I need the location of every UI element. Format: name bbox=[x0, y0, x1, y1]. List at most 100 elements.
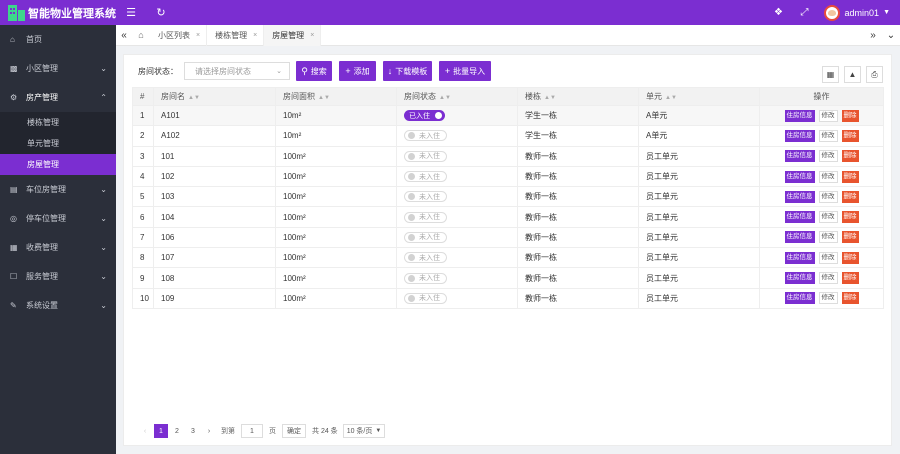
tab-room-management[interactable]: 房屋管理 × bbox=[264, 24, 322, 46]
delete-button[interactable]: 删除 bbox=[841, 109, 859, 122]
double-chevron-right-icon[interactable]: » bbox=[864, 30, 882, 41]
housing-info-button[interactable]: 住房信息 bbox=[784, 109, 815, 122]
col-header-label: 房间面积 bbox=[283, 92, 315, 101]
sort-icon[interactable]: ▲▼ bbox=[544, 95, 556, 101]
cell-room-area: 100m² bbox=[275, 247, 397, 269]
delete-button[interactable]: 删除 bbox=[841, 129, 859, 142]
close-icon[interactable]: × bbox=[196, 32, 200, 39]
delete-button[interactable]: 删除 bbox=[841, 272, 859, 285]
status-toggle[interactable]: 已入住 bbox=[404, 110, 445, 122]
col-header-room-name[interactable]: 房间名 ▲▼ bbox=[153, 87, 276, 106]
pagination: ‹ 1 2 3 › 到第 1 页 确定 共 24 条 10 条/页 ▼ bbox=[138, 424, 386, 438]
delete-button[interactable]: 删除 bbox=[841, 292, 859, 305]
col-header-room-status[interactable]: 房间状态 ▲▼ bbox=[396, 87, 518, 106]
housing-info-button[interactable]: 住房信息 bbox=[784, 211, 815, 224]
edit-button[interactable]: 修改 bbox=[818, 109, 838, 122]
status-select[interactable]: 请选择房间状态 ⌄ bbox=[184, 62, 290, 80]
home-tab-icon[interactable]: ⌂ bbox=[132, 30, 150, 40]
col-header-room-area[interactable]: 房间面积 ▲▼ bbox=[275, 87, 397, 106]
double-chevron-left-icon[interactable]: « bbox=[116, 30, 132, 41]
status-toggle[interactable]: 未入住 bbox=[404, 252, 447, 264]
edit-button[interactable]: 修改 bbox=[818, 231, 838, 244]
sidebar-item-settings[interactable]: ✎ 系统设置 ⌄ bbox=[0, 291, 116, 320]
housing-info-button[interactable]: 住房信息 bbox=[784, 251, 815, 264]
sidebar-item-property[interactable]: ⚙ 房产管理 ⌃ bbox=[0, 83, 116, 112]
edit-button[interactable]: 修改 bbox=[818, 150, 838, 163]
housing-info-button[interactable]: 住房信息 bbox=[784, 292, 815, 305]
tab-community-list[interactable]: 小区列表 × bbox=[150, 24, 208, 46]
close-icon[interactable]: × bbox=[310, 32, 314, 39]
export-icon[interactable]: ▲ bbox=[844, 66, 861, 83]
housing-info-button[interactable]: 住房信息 bbox=[784, 190, 815, 203]
sidebar-item-garage[interactable]: ▤ 车位房管理 ⌄ bbox=[0, 175, 116, 204]
sort-icon[interactable]: ▲▼ bbox=[318, 95, 330, 101]
sidebar-subitem-room[interactable]: 房屋管理 bbox=[0, 154, 116, 175]
sidebar-subitem-building[interactable]: 楼栋管理 bbox=[0, 112, 116, 133]
prev-page-icon[interactable]: ‹ bbox=[138, 424, 152, 438]
tag-icon[interactable]: ❖ bbox=[766, 7, 792, 18]
delete-button[interactable]: 删除 bbox=[841, 211, 859, 224]
hamburger-icon[interactable]: ☰ bbox=[116, 6, 146, 19]
refresh-icon[interactable]: ↻ bbox=[146, 6, 176, 19]
batch-import-button[interactable]: + 批量导入 bbox=[439, 61, 491, 81]
user-name[interactable]: admin01 bbox=[845, 8, 880, 18]
sort-icon[interactable]: ▲▼ bbox=[665, 95, 677, 101]
edit-button[interactable]: 修改 bbox=[818, 251, 838, 264]
goto-page-input[interactable]: 1 bbox=[241, 424, 263, 438]
status-toggle[interactable]: 未入住 bbox=[404, 130, 447, 142]
status-toggle[interactable]: 未入住 bbox=[404, 150, 447, 162]
sort-icon[interactable]: ▲▼ bbox=[439, 95, 451, 101]
status-toggle[interactable]: 未入住 bbox=[404, 191, 447, 203]
delete-button[interactable]: 删除 bbox=[841, 150, 859, 163]
edit-button[interactable]: 修改 bbox=[818, 190, 838, 203]
edit-button[interactable]: 修改 bbox=[818, 211, 838, 224]
housing-info-button[interactable]: 住房信息 bbox=[784, 170, 815, 183]
goto-confirm-button[interactable]: 确定 bbox=[282, 424, 306, 438]
housing-info-button[interactable]: 住房信息 bbox=[784, 231, 815, 244]
close-icon[interactable]: × bbox=[253, 32, 257, 39]
housing-info-button[interactable]: 住房信息 bbox=[784, 150, 815, 163]
delete-button[interactable]: 删除 bbox=[841, 170, 859, 183]
print-icon[interactable]: ⎙ bbox=[866, 66, 883, 83]
status-toggle[interactable]: 未入住 bbox=[404, 211, 447, 223]
status-toggle[interactable]: 未入住 bbox=[404, 231, 447, 243]
delete-button[interactable]: 删除 bbox=[841, 251, 859, 264]
col-header-unit[interactable]: 单元 ▲▼ bbox=[638, 87, 760, 106]
sidebar-item-fee[interactable]: ▦ 收费管理 ⌄ bbox=[0, 233, 116, 262]
housing-info-button[interactable]: 住房信息 bbox=[784, 129, 815, 142]
sidebar-item-service[interactable]: ☐ 服务管理 ⌄ bbox=[0, 262, 116, 291]
edit-button[interactable]: 修改 bbox=[818, 129, 838, 142]
status-toggle[interactable]: 未入住 bbox=[404, 272, 447, 284]
expand-icon[interactable]: ⤢ bbox=[792, 7, 818, 18]
status-toggle[interactable]: 未入住 bbox=[404, 292, 447, 304]
sidebar-item-parking[interactable]: ◎ 停车位管理 ⌄ bbox=[0, 204, 116, 233]
page-size-select[interactable]: 10 条/页 ▼ bbox=[342, 424, 386, 438]
download-template-button[interactable]: ↓ 下载模板 bbox=[383, 61, 432, 81]
page-3[interactable]: 3 bbox=[186, 424, 200, 438]
sidebar-item-community[interactable]: ▩ 小区管理 ⌄ bbox=[0, 54, 116, 83]
columns-filter-icon[interactable]: ▦ bbox=[822, 66, 839, 83]
edit-button[interactable]: 修改 bbox=[818, 292, 838, 305]
chevron-down-icon[interactable]: ⌄ bbox=[882, 30, 900, 41]
sidebar-item-home[interactable]: ⌂ 首页 bbox=[0, 25, 116, 54]
status-toggle[interactable]: 未入住 bbox=[404, 171, 447, 183]
parking-icon: ▤ bbox=[10, 185, 18, 194]
caret-down-icon[interactable]: ▼ bbox=[883, 9, 890, 16]
add-button[interactable]: + 添加 bbox=[339, 61, 376, 81]
housing-info-button[interactable]: 住房信息 bbox=[784, 272, 815, 285]
avatar[interactable] bbox=[823, 4, 840, 21]
edit-button[interactable]: 修改 bbox=[818, 170, 838, 183]
next-page-icon[interactable]: › bbox=[202, 424, 216, 438]
search-button[interactable]: ⚲ 搜索 bbox=[296, 61, 332, 81]
tab-building-management[interactable]: 楼栋管理 × bbox=[207, 24, 265, 46]
col-header-building[interactable]: 楼栋 ▲▼ bbox=[517, 87, 639, 106]
page-2[interactable]: 2 bbox=[170, 424, 184, 438]
edit-button[interactable]: 修改 bbox=[818, 272, 838, 285]
toggle-knob bbox=[408, 193, 415, 201]
sidebar-subitem-unit[interactable]: 单元管理 bbox=[0, 133, 116, 154]
delete-button[interactable]: 删除 bbox=[841, 231, 859, 244]
table-row: 4 102 100m² 未入住 教师一栋 员工单元 住房信息 修改 删除 bbox=[132, 165, 884, 188]
delete-button[interactable]: 删除 bbox=[841, 190, 859, 203]
page-1[interactable]: 1 bbox=[154, 424, 168, 438]
sort-icon[interactable]: ▲▼ bbox=[188, 95, 200, 101]
